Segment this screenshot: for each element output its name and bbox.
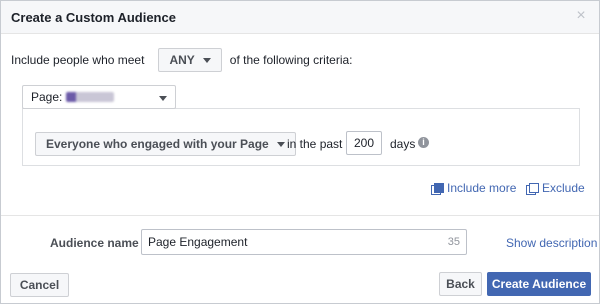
chevron-down-icon	[159, 96, 167, 101]
section-divider	[1, 215, 599, 216]
close-icon[interactable]: ×	[573, 8, 589, 24]
chars-remaining-count: 35	[447, 236, 460, 248]
chevron-down-icon	[202, 57, 211, 63]
criteria-prefix-label: Include people who meet	[11, 53, 145, 67]
match-any-value: ANY	[169, 53, 195, 67]
info-icon[interactable]: i	[418, 137, 429, 148]
in-the-past-label: in the past	[287, 137, 343, 151]
exclude-label: Exclude	[542, 181, 585, 195]
include-more-icon	[431, 182, 444, 195]
page-selector-dropdown[interactable]: Page:	[22, 85, 176, 109]
retention-days-input[interactable]	[346, 131, 382, 155]
exclude-icon	[526, 182, 539, 195]
dialog-title: Create a Custom Audience	[11, 10, 176, 25]
dialog-header: Create a Custom Audience ×	[1, 1, 599, 34]
rule-box: Everyone who engaged with your Page in t…	[22, 108, 580, 166]
create-custom-audience-dialog: Create a Custom Audience × Include peopl…	[0, 0, 600, 304]
audience-name-label: Audience name	[50, 236, 139, 250]
chevron-down-icon	[276, 141, 285, 147]
include-more-label: Include more	[447, 181, 517, 195]
criteria-suffix-label: of the following criteria:	[229, 53, 353, 67]
audience-name-field: 35	[141, 229, 467, 255]
page-name-redacted	[66, 92, 115, 102]
criteria-row: Include people who meet ANY of the follo…	[11, 48, 353, 72]
exclude-link[interactable]: Exclude	[526, 181, 585, 195]
create-audience-button[interactable]: Create Audience	[487, 272, 591, 296]
engagement-type-dropdown[interactable]: Everyone who engaged with your Page	[35, 132, 296, 156]
include-more-link[interactable]: Include more	[431, 181, 516, 195]
audience-name-input[interactable]	[142, 230, 432, 254]
dialog-footer: Cancel Back Create Audience	[1, 265, 599, 303]
days-label: days	[390, 137, 416, 151]
back-button[interactable]: Back	[439, 272, 482, 296]
page-selector-label: Page:	[31, 90, 63, 104]
engagement-type-value: Everyone who engaged with your Page	[46, 137, 269, 151]
show-description-link[interactable]: Show description	[506, 236, 597, 250]
match-any-dropdown[interactable]: ANY	[158, 48, 222, 72]
cancel-button[interactable]: Cancel	[10, 273, 69, 297]
